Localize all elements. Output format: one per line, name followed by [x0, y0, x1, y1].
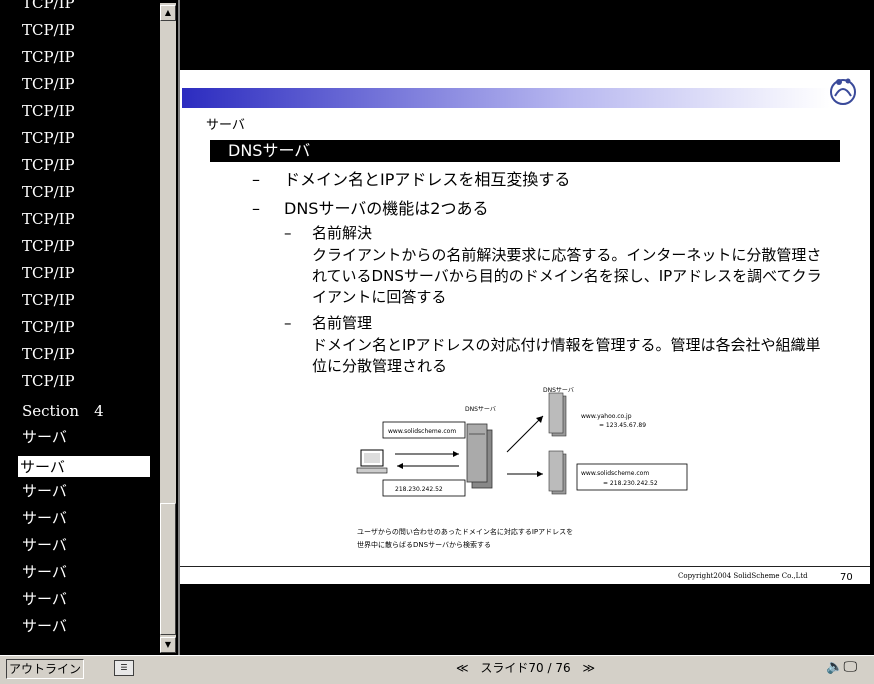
outline-pane: TCP/IP TCP/IP TCP/IP TCP/IP TCP/IP TCP/I…: [0, 0, 180, 655]
bullet-dash: –: [284, 314, 292, 332]
dns-diagram: DNSサーバ DNSサーバ www.solidscheme.com 218.23…: [356, 387, 688, 549]
slide-navigation: ≪ スライド70 / 76 ≫: [452, 659, 599, 676]
outline-item[interactable]: TCP/IP: [22, 129, 75, 147]
outline-item[interactable]: TCP/IP: [22, 318, 75, 336]
outline-item[interactable]: TCP/IP: [22, 75, 75, 93]
bottom-toolbar: アウトライン ☰ ≪ スライド70 / 76 ≫ 🔈🖵: [0, 655, 874, 684]
outline-list: TCP/IP TCP/IP TCP/IP TCP/IP TCP/IP TCP/I…: [0, 0, 160, 655]
outline-item[interactable]: TCP/IP: [22, 183, 75, 201]
sub-bullet-1-body: クライアントからの名前解決要求に応答する。インターネットに分散管理されているDN…: [312, 246, 822, 306]
scroll-down-button[interactable]: ▼: [160, 637, 176, 653]
notes-icon[interactable]: ☰: [114, 660, 134, 676]
slide: サーバ DNSサーバ – ドメイン名とIPアドレスを相互変換する – DNSサーバの…: [180, 70, 870, 584]
diagram-caption-line-2: 世界中に散らばるDNSサーバから検索する: [357, 540, 491, 549]
outline-item[interactable]: サーバ: [22, 507, 67, 528]
sub-bullet-1-head: 名前解決: [312, 224, 373, 242]
outline-item[interactable]: TCP/IP: [22, 48, 75, 66]
outline-scrollbar[interactable]: ▲ ▼: [160, 3, 176, 653]
bullet-1: – ドメイン名とIPアドレスを相互変換する: [252, 166, 570, 190]
bullet-dash: –: [284, 224, 292, 242]
slide-title: DNSサーバ: [210, 140, 840, 162]
outline-item[interactable]: サーバ: [22, 480, 67, 501]
outline-item[interactable]: サーバ: [22, 534, 67, 555]
sub-bullet-1: – 名前解決: [284, 222, 372, 243]
sub-bullet-2: – 名前管理: [284, 312, 372, 333]
slide-counter: スライド70 / 76: [480, 661, 571, 675]
bullet-2-text: DNSサーバの機能は2つある: [284, 199, 489, 218]
scroll-thumb[interactable]: [160, 503, 176, 635]
outline-button[interactable]: アウトライン: [6, 659, 84, 679]
outline-item[interactable]: サーバ: [22, 615, 67, 636]
company-logo-icon: [830, 78, 856, 105]
outline-item[interactable]: TCP/IP: [22, 291, 75, 309]
dns-server-label-mid: DNSサーバ: [465, 406, 496, 413]
outline-item[interactable]: TCP/IP: [22, 21, 75, 39]
right-icons: 🔈🖵: [826, 659, 857, 675]
answer-box-text: 218.230.242.52: [395, 486, 443, 493]
remote-server-icon: [548, 450, 567, 495]
outline-item[interactable]: TCP/IP: [22, 345, 75, 363]
client-pc-icon: [356, 449, 388, 474]
outline-item[interactable]: TCP/IP: [22, 372, 75, 390]
outline-item-selected[interactable]: サーバ: [18, 456, 150, 477]
outline-item[interactable]: サーバ: [22, 426, 67, 447]
yahoo-line-1: www.yahoo.co.jp: [581, 413, 632, 420]
speaker-icon[interactable]: 🔈: [826, 659, 843, 675]
outline-item[interactable]: サーバ: [22, 588, 67, 609]
slide-page-number: 70: [840, 572, 853, 583]
outline-item[interactable]: TCP/IP: [22, 102, 75, 120]
bullet-dash: –: [252, 199, 260, 218]
outline-item[interactable]: TCP/IP: [22, 237, 75, 255]
bullet-1-text: ドメイン名とIPアドレスを相互変換する: [284, 170, 571, 189]
outline-item[interactable]: TCP/IP: [22, 210, 75, 228]
monitor-icon[interactable]: 🖵: [843, 659, 857, 675]
solid-line-1: www.solidscheme.com: [581, 470, 649, 477]
outline-item[interactable]: TCP/IP: [22, 264, 75, 282]
sub-bullet-2-head: 名前管理: [312, 314, 373, 332]
sub-bullet-2-body: ドメイン名とIPアドレスの対応付け情報を管理する。管理は各会社や組織単位に分散管…: [312, 336, 821, 375]
query-box-text: www.solidscheme.com: [388, 428, 456, 435]
bullet-2: – DNSサーバの機能は2つある: [252, 195, 488, 219]
solid-line-2: = 218.230.242.52: [603, 480, 658, 487]
outline-item-section[interactable]: Section 4: [22, 400, 104, 421]
outline-item[interactable]: TCP/IP: [22, 0, 75, 12]
outline-item[interactable]: サーバ: [22, 561, 67, 582]
bullet-dash: –: [252, 170, 260, 189]
prev-slide-button[interactable]: ≪: [456, 661, 469, 675]
footer-divider: [180, 566, 870, 567]
scroll-up-button[interactable]: ▲: [160, 5, 176, 21]
section-label: サーバ: [206, 118, 245, 133]
diagram-caption-line-1: ユーザからの問い合わせのあったドメイン名に対応するIPアドレスを: [357, 527, 573, 536]
slide-area: サーバ DNSサーバ – ドメイン名とIPアドレスを相互変換する – DNSサーバの…: [180, 0, 874, 655]
outline-item[interactable]: TCP/IP: [22, 156, 75, 174]
next-slide-button[interactable]: ≫: [582, 661, 595, 675]
dns-server-icon: [466, 423, 493, 489]
remote-server-icon: [548, 392, 567, 437]
copyright: Copyright2004 SolidScheme Co.,Ltd: [678, 572, 808, 580]
yahoo-line-2: = 123.45.67.89: [599, 422, 646, 429]
header-gradient-bar: [182, 88, 830, 108]
